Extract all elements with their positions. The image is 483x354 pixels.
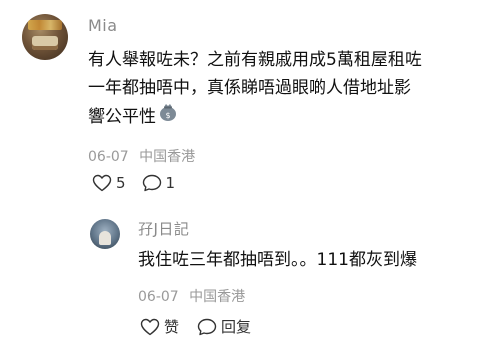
avatar[interactable]: [90, 219, 120, 249]
avatar-image-detail: [99, 231, 111, 245]
comment-body-line: 有人舉報咗未？之前有親戚用成5萬租屋租咗: [88, 50, 422, 70]
like-button[interactable]: 赞: [140, 316, 179, 337]
comment-location: 中国香港: [139, 149, 196, 165]
reply-body: 我住咗三年都抽唔到。。111都灰到爆: [138, 250, 417, 270]
comment-actions: 5 1: [92, 174, 175, 192]
avatar-image-detail: [32, 36, 58, 50]
reply-username[interactable]: 孖J日記: [138, 218, 189, 239]
reply-meta: 06-07 中国香港: [138, 286, 245, 306]
speech-bubble-icon: [197, 318, 217, 335]
reply-location: 中国香港: [189, 289, 246, 305]
comment-body: 有人舉報咗未？之前有親戚用成5萬租屋租咗 一年都抽唔中，真係睇唔過眼啲人借地址影…: [88, 46, 468, 131]
avatar[interactable]: [22, 14, 68, 60]
reply-count: 1: [165, 174, 176, 192]
avatar-image-detail: [28, 20, 62, 30]
comment-meta: 06-07 中国香港: [88, 146, 195, 166]
reply-date: 06-07: [138, 289, 179, 305]
comment-body-line-text: 響公平性: [88, 106, 156, 127]
money-bag-emoji-icon: $: [158, 102, 178, 131]
comment-body-line: 響公平性 $: [88, 102, 468, 131]
comment-body-line: 一年都抽唔中，真係睇唔過眼啲人借地址影: [88, 78, 411, 98]
heart-icon: [140, 318, 160, 335]
like-button[interactable]: 5: [92, 174, 126, 192]
heart-icon: [92, 174, 112, 192]
like-label: 赞: [164, 318, 180, 336]
svg-text:$: $: [165, 111, 170, 120]
reply-button[interactable]: 回复: [197, 316, 251, 337]
like-count: 5: [116, 174, 126, 192]
reply-button[interactable]: 1: [142, 174, 176, 192]
reply-actions: 赞 回复: [140, 316, 251, 337]
comment-date: 06-07: [88, 149, 129, 165]
speech-bubble-icon: [142, 174, 161, 192]
comment-username[interactable]: Mia: [88, 16, 118, 35]
reply-label: 回复: [221, 318, 252, 336]
